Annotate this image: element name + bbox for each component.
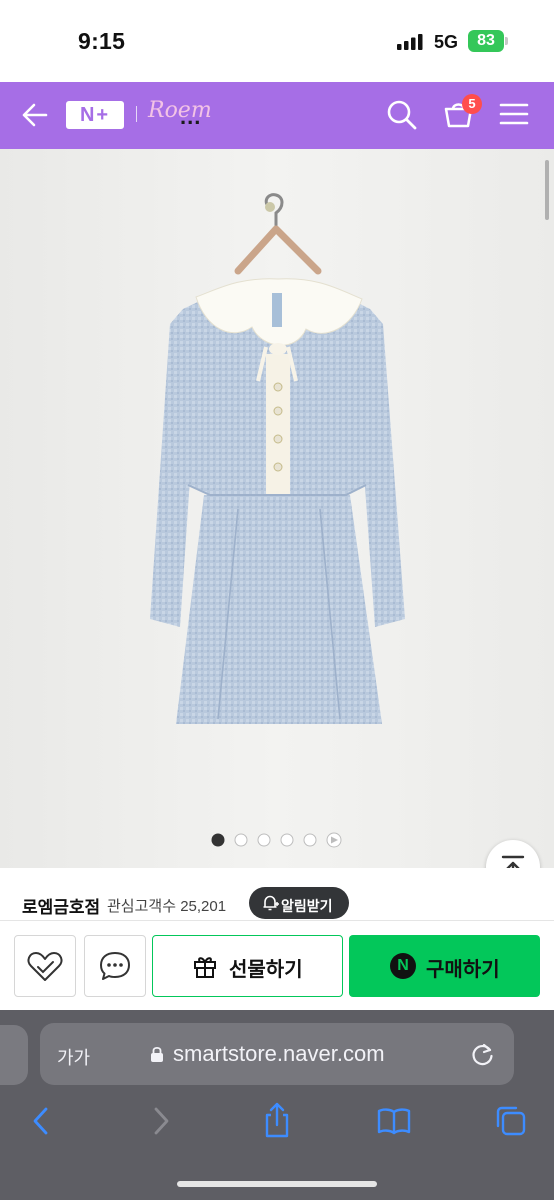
menu-icon[interactable] xyxy=(499,102,529,126)
nplus-logo: N+ xyxy=(79,104,111,126)
pagination-dot xyxy=(234,833,248,847)
zzim-button[interactable] xyxy=(14,935,76,997)
gift-button-label: 선물하기 xyxy=(229,959,303,981)
chat-bubble-icon xyxy=(100,952,130,980)
back-arrow-icon[interactable] xyxy=(20,101,48,129)
gift-icon xyxy=(194,957,216,978)
bookmarks-icon[interactable] xyxy=(376,1106,412,1136)
home-indicator xyxy=(177,1181,377,1187)
previous-tab-peek[interactable] xyxy=(0,1025,28,1085)
status-time: 9:15 xyxy=(78,28,126,54)
back-icon[interactable] xyxy=(30,1105,52,1137)
tabs-icon[interactable] xyxy=(494,1104,528,1138)
store-name[interactable]: 로엠금호점 xyxy=(22,893,100,918)
header-divider xyxy=(136,106,137,122)
share-icon[interactable] xyxy=(262,1101,292,1139)
signal-icon xyxy=(397,34,423,50)
pagination-dot-active xyxy=(211,833,225,847)
battery-icon: 83 xyxy=(468,30,504,52)
lock-icon xyxy=(151,1046,163,1062)
image-pagination-dots[interactable] xyxy=(210,832,350,848)
fans-label: 관심고객수 xyxy=(107,898,177,915)
brand-ellipsis: ... xyxy=(180,104,202,129)
pagination-dot xyxy=(280,833,294,847)
heart-check-icon xyxy=(27,952,63,981)
alarm-button-label: 알림받기 xyxy=(281,898,333,914)
fans-count: 관심고객수 25,201 xyxy=(107,895,226,916)
network-type: 5G xyxy=(434,32,459,52)
url-text: smartstore.naver.com xyxy=(173,1041,385,1066)
talk-button[interactable] xyxy=(84,935,146,997)
buy-button-label: 구매하기 xyxy=(426,959,500,981)
reload-icon[interactable] xyxy=(470,1041,496,1067)
fans-number: 25,201 xyxy=(180,898,227,915)
product-image[interactable] xyxy=(0,149,554,868)
page-scroll-indicator xyxy=(545,160,549,220)
pagination-dot xyxy=(257,833,271,847)
dress-photo xyxy=(0,149,554,868)
text-size-button[interactable]: 가가 xyxy=(57,1044,90,1070)
forward-icon xyxy=(154,1107,169,1135)
pagination-dot xyxy=(303,833,317,847)
battery-tip xyxy=(505,37,508,45)
search-icon[interactable] xyxy=(386,99,418,131)
bell-plus-icon xyxy=(263,895,279,911)
cart-count-badge: 5 xyxy=(462,94,482,114)
naver-pay-icon: N xyxy=(390,953,416,979)
